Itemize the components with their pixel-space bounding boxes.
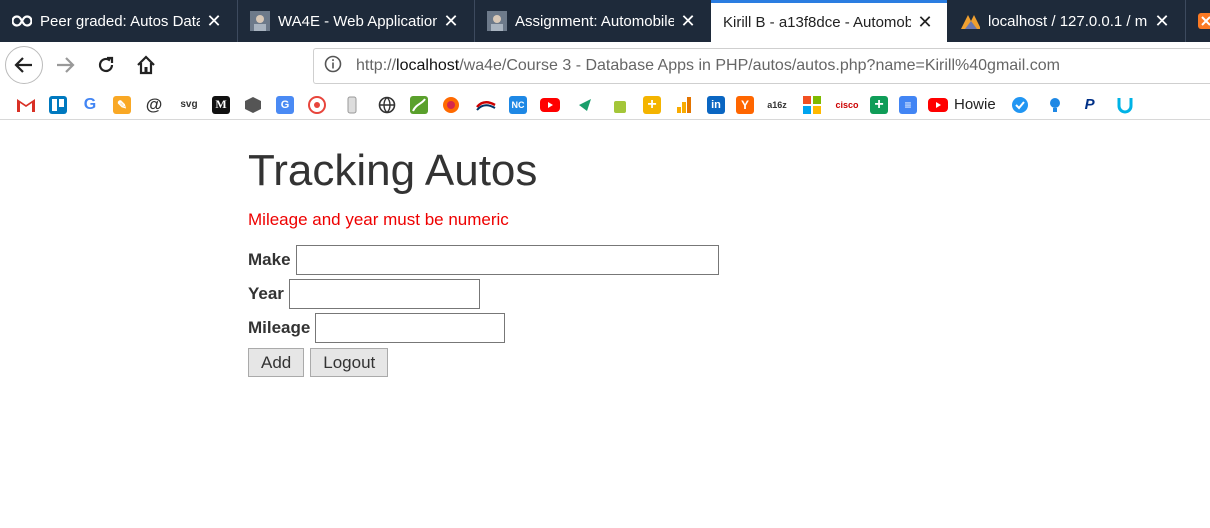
close-icon[interactable]: ✕ — [1154, 11, 1170, 32]
xampp-icon — [1196, 11, 1210, 31]
u-icon[interactable] — [1113, 96, 1137, 114]
tab-title: Kirill B - a13f8dce - Automobile Tracker — [723, 14, 911, 31]
trello-icon[interactable] — [49, 95, 67, 114]
tab-xampp[interactable] — [1185, 0, 1210, 42]
gmail-icon[interactable] — [14, 96, 38, 114]
youtube-icon[interactable] — [538, 96, 562, 114]
docs-icon[interactable]: ≡ — [899, 95, 917, 114]
close-icon[interactable]: ✕ — [917, 12, 933, 33]
google-icon[interactable]: G — [78, 96, 102, 114]
medium-icon[interactable]: M — [212, 95, 230, 114]
plus-icon[interactable]: + — [643, 95, 661, 114]
phpmyadmin-icon — [960, 11, 980, 31]
bookmark-howie[interactable]: Howie — [928, 96, 996, 113]
microsoft-icon[interactable] — [800, 95, 824, 114]
sheets-icon[interactable]: + — [870, 95, 888, 114]
logout-button[interactable]: Logout — [310, 348, 389, 377]
back-arrow-icon — [14, 57, 32, 73]
year-row: Year — [248, 279, 480, 309]
forward-button[interactable] — [48, 48, 82, 82]
mileage-row: Mileage — [248, 313, 506, 343]
bank-icon[interactable] — [474, 96, 498, 114]
mileage-label: Mileage — [248, 318, 311, 337]
avatar-icon — [487, 11, 507, 31]
avatar-icon — [250, 11, 270, 31]
linkedin-icon[interactable]: in — [707, 95, 725, 114]
url-path: /wa4e/Course 3 - Database Apps in PHP/au… — [459, 57, 1060, 74]
tab-title: Assignment: Automobiles — [515, 12, 674, 30]
url-text: http://localhost/wa4e/Course 3 - Databas… — [356, 57, 1060, 75]
page-title: Tracking Autos — [248, 146, 538, 195]
ycombinator-icon[interactable]: Y — [736, 95, 754, 114]
pencil-icon[interactable]: ✎ — [113, 95, 131, 114]
share-icon[interactable] — [573, 96, 597, 114]
globe-icon[interactable] — [375, 96, 399, 114]
analytics-icon[interactable] — [672, 96, 696, 114]
info-icon[interactable] — [324, 55, 344, 78]
reload-icon — [98, 56, 114, 73]
bookmarks-bar: G ✎ @ svg M G NC + in Y a16z cisco + ≡ H… — [0, 90, 1210, 120]
svg-icon[interactable]: svg — [177, 96, 201, 114]
tab-title: localhost / 127.0.0.1 / misc — [988, 12, 1148, 30]
year-input[interactable] — [288, 279, 480, 309]
error-message: Mileage and year must be numeric — [248, 210, 509, 229]
reload-button[interactable] — [89, 48, 123, 82]
tab-wa4e[interactable]: WA4E - Web Applications for Everybody ✕ — [237, 0, 473, 42]
back-button[interactable] — [5, 46, 43, 84]
forward-arrow-icon — [57, 57, 75, 73]
button-row: Add Logout — [248, 348, 394, 377]
home-icon — [137, 55, 155, 75]
url-prefix: http:// — [356, 57, 397, 74]
url-host: localhost — [396, 57, 460, 74]
navigation-toolbar: http://localhost/wa4e/Course 3 - Databas… — [0, 42, 1210, 90]
close-icon[interactable]: ✕ — [680, 11, 696, 32]
android-icon[interactable] — [608, 96, 632, 114]
cisco-icon[interactable]: cisco — [835, 96, 859, 114]
make-label: Make — [248, 250, 291, 269]
close-icon[interactable]: ✕ — [443, 11, 459, 32]
bookmark-howie-label: Howie — [954, 96, 996, 113]
make-input[interactable] — [295, 245, 719, 275]
lightbulb-icon[interactable] — [1043, 96, 1067, 114]
tab-title: WA4E - Web Applications for Everybody — [278, 12, 437, 30]
tab-title: Peer graded: Autos Database — [40, 12, 200, 30]
year-label: Year — [248, 284, 284, 303]
tab-strip: Peer graded: Autos Database ✕ WA4E - Web… — [0, 0, 1210, 42]
chrome-ext-icon[interactable] — [305, 95, 329, 114]
close-icon[interactable]: ✕ — [206, 11, 222, 32]
nc-icon[interactable]: NC — [509, 95, 527, 114]
tab-assignment[interactable]: Assignment: Automobiles ✕ — [474, 0, 710, 42]
tab-phpmyadmin[interactable]: localhost / 127.0.0.1 / misc ✕ — [948, 0, 1184, 42]
youtube-icon — [928, 97, 948, 112]
add-button[interactable]: Add — [248, 348, 305, 377]
tab-kirill-active[interactable]: Kirill B - a13f8dce - Automobile Tracker… — [711, 0, 947, 42]
coursera-infinity-icon — [12, 11, 32, 31]
a16z-icon[interactable]: a16z — [765, 96, 789, 114]
road-icon[interactable] — [410, 95, 428, 114]
firefox-icon[interactable] — [439, 96, 463, 114]
home-button[interactable] — [129, 48, 163, 82]
mileage-input[interactable] — [315, 313, 506, 343]
at-sign-icon[interactable]: @ — [142, 95, 166, 114]
phone-icon[interactable] — [340, 96, 364, 114]
tab-peer-graded[interactable]: Peer graded: Autos Database ✕ — [0, 0, 236, 42]
google-translate-icon[interactable]: G — [276, 95, 294, 114]
url-bar[interactable]: http://localhost/wa4e/Course 3 - Databas… — [313, 48, 1210, 84]
make-row: Make — [248, 245, 719, 275]
check-icon[interactable] — [1008, 96, 1032, 114]
cube-icon[interactable] — [241, 96, 265, 114]
paypal-icon[interactable]: P — [1078, 96, 1102, 114]
